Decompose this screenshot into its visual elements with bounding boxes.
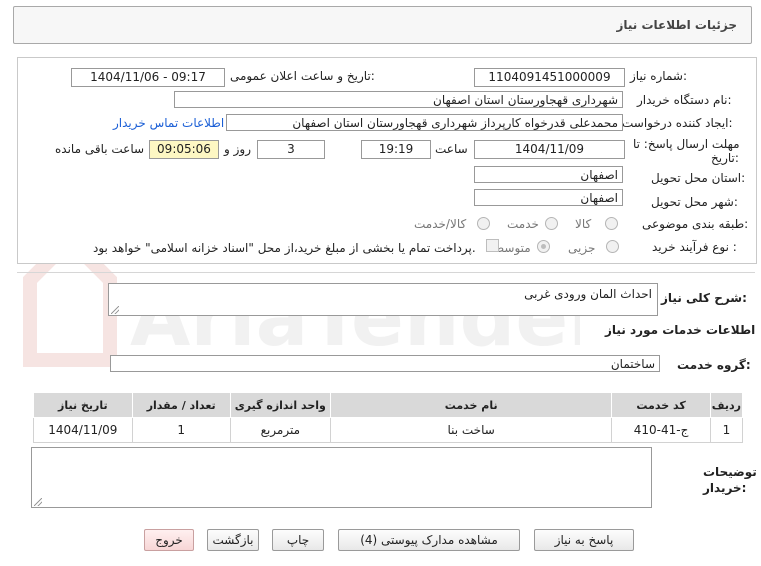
details-panel — [17, 57, 757, 264]
service-group-field: ساختمان — [110, 355, 660, 372]
days-field: 3 — [257, 140, 325, 159]
divider — [17, 272, 755, 273]
process-radio-minor[interactable] — [606, 240, 619, 253]
process-label: نوع فرآیند خرید : — [652, 240, 737, 254]
category-option-service: خدمت — [507, 217, 539, 231]
city-field: اصفهان — [474, 189, 623, 206]
process-radio-medium[interactable] — [537, 240, 550, 253]
buyer-field: شهرداری قهجاورستان استان اصفهان — [174, 91, 623, 108]
category-option-goods: کالا — [575, 217, 592, 231]
category-option-both: کالا/خدمت — [414, 217, 467, 231]
need-number-label: شماره نیاز: — [630, 69, 688, 83]
col-service-name: نام خدمت — [329, 392, 613, 418]
deadline-label: مهلت ارسال پاسخ: تا — [633, 137, 740, 151]
col-row-number: ردیف — [709, 392, 744, 418]
process-option-minor: جزیی — [568, 241, 596, 255]
table-header-row: ردیف کد خدمت نام خدمت واحد اندازه گیری ت… — [33, 392, 744, 418]
services-table: ردیف کد خدمت نام خدمت واحد اندازه گیری ت… — [33, 392, 744, 443]
cell-unit: مترمربع — [229, 417, 331, 443]
deadline-date-field: 1404/11/09 — [474, 140, 625, 159]
summary-label: شرح کلی نیاز: — [661, 291, 747, 305]
cell-service-name: ساخت بنا — [329, 417, 613, 443]
category-radio-both[interactable] — [477, 217, 490, 230]
cell-quantity: 1 — [131, 417, 231, 443]
deadline-label-2: تاریخ: — [711, 151, 739, 165]
services-section-title: اطلاعات خدمات مورد نیاز — [605, 323, 756, 337]
service-group-label: گروه خدمت: — [677, 358, 751, 372]
back-button[interactable]: بازگشت — [207, 529, 259, 551]
province-label: استان محل تحویل: — [651, 171, 746, 185]
announce-label: تاریخ و ساعت اعلان عمومی: — [230, 69, 375, 83]
summary-text: احداث المان ورودی غربی — [524, 287, 652, 301]
time-label: ساعت — [435, 142, 468, 156]
notes-label: توضیحات — [703, 465, 757, 479]
days-label: روز و — [224, 142, 251, 156]
col-service-code: کد خدمت — [611, 392, 711, 418]
buyer-notes-textarea[interactable] — [31, 447, 652, 508]
creator-label: ایجاد کننده درخواست: — [622, 116, 733, 130]
need-number-field: 1104091451000009 — [474, 68, 625, 87]
col-quantity: تعداد / مقدار — [131, 392, 231, 418]
creator-field: محمدعلی قدرخواه کارپرداز شهرداری قهجاورس… — [226, 114, 623, 131]
category-radio-service[interactable] — [545, 217, 558, 230]
payment-note: پرداخت تمام یا بخشی از مبلغ خرید،از محل … — [93, 241, 476, 255]
exit-button[interactable]: خروج — [144, 529, 194, 551]
buyer-label: نام دستگاه خریدار: — [637, 93, 732, 107]
cell-service-code: ج-41-410 — [611, 417, 711, 443]
notes-label-2: خریدار: — [703, 481, 747, 495]
remaining-time-field: 09:05:06 — [149, 140, 219, 159]
cell-need-date: 1404/11/09 — [33, 417, 133, 443]
remaining-label: ساعت باقی مانده — [55, 142, 145, 156]
city-label: شهر محل تحویل: — [651, 195, 738, 209]
reply-button[interactable]: پاسخ به نیاز — [534, 529, 634, 551]
category-label: طبقه بندی موضوعی: — [642, 217, 749, 231]
print-button[interactable]: چاپ — [272, 529, 324, 551]
col-need-date: تاریخ نیاز — [33, 392, 133, 418]
province-field: اصفهان — [474, 166, 623, 183]
col-unit: واحد اندازه گیری — [229, 392, 331, 418]
view-attachments-button[interactable]: مشاهده مدارک پیوستی (4) — [338, 529, 520, 551]
category-radio-goods[interactable] — [605, 217, 618, 230]
page-header: جزئیات اطلاعات نیاز — [13, 6, 752, 44]
resize-handle-icon[interactable] — [111, 306, 119, 314]
summary-textarea: احداث المان ورودی غربی — [108, 283, 658, 316]
contact-info-link[interactable]: اطلاعات تماس خریدار — [113, 116, 224, 130]
resize-handle-icon[interactable] — [34, 498, 42, 506]
table-row: 1 ج-41-410 ساخت بنا مترمربع 1 1404/11/09 — [33, 417, 744, 443]
cell-row-number: 1 — [709, 417, 744, 443]
treasury-checkbox[interactable] — [486, 239, 499, 252]
deadline-time-field: 19:19 — [361, 140, 431, 159]
announce-field: 1404/11/06 - 09:17 — [71, 68, 225, 87]
page-title: جزئیات اطلاعات نیاز — [616, 18, 737, 32]
